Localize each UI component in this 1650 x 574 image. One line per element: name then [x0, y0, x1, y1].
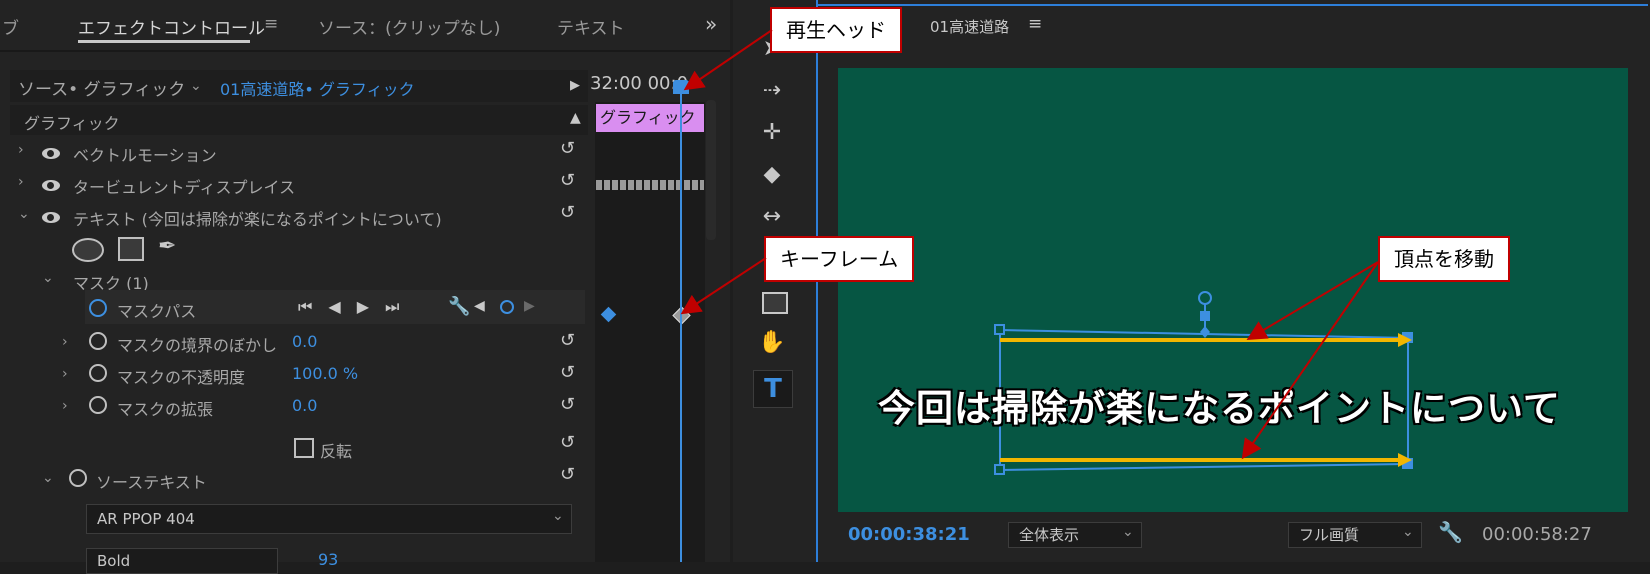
arrow-vertex-top: [1246, 261, 1379, 341]
arrow-playhead: [683, 29, 773, 91]
callout-arrows: [680, 29, 1379, 460]
arrow-keyframe: [680, 257, 767, 315]
arrow-vertex-bottom: [1241, 261, 1379, 460]
